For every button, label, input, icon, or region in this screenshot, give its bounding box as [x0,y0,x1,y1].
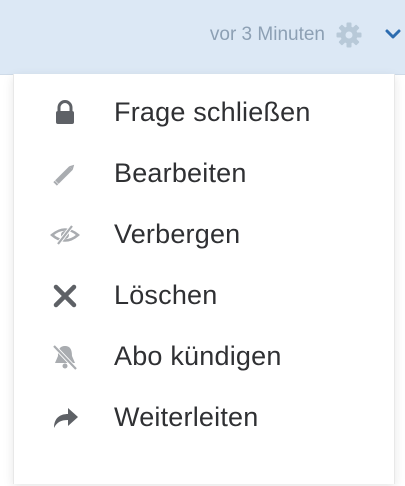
menu-item-label: Löschen [114,280,218,310]
post-timestamp: vor 3 Minuten [209,24,325,45]
lock-icon [50,98,80,128]
menu-item-label: Abo kündigen [114,341,282,371]
menu-item-close-question[interactable]: Frage schließen [14,84,394,142]
bell-slash-icon [50,342,80,372]
menu-item-edit[interactable]: Bearbeiten [14,145,394,203]
menu-item-label: Weiterleiten [114,402,259,432]
times-icon [50,281,80,311]
post-actions-menu: Frage schließen Bearbeiten Verbergen Lös… [13,74,395,484]
post-header-bar: vor 3 Minuten [0,0,405,75]
pencil-icon [50,159,80,189]
menu-item-label: Frage schließen [114,97,311,127]
menu-item-label: Verbergen [114,219,241,249]
chevron-down-icon[interactable] [385,28,401,40]
menu-item-hide[interactable]: Verbergen [14,206,394,264]
eye-slash-icon [50,220,80,250]
share-arrow-icon [50,403,80,433]
menu-item-forward[interactable]: Weiterleiten [14,389,394,447]
gear-icon[interactable] [335,21,363,49]
menu-item-label: Bearbeiten [114,158,247,188]
menu-item-delete[interactable]: Löschen [14,267,394,325]
page: vor 3 Minuten Frage schließen Bearbeiten… [0,0,405,486]
menu-item-unsubscribe[interactable]: Abo kündigen [14,328,394,386]
